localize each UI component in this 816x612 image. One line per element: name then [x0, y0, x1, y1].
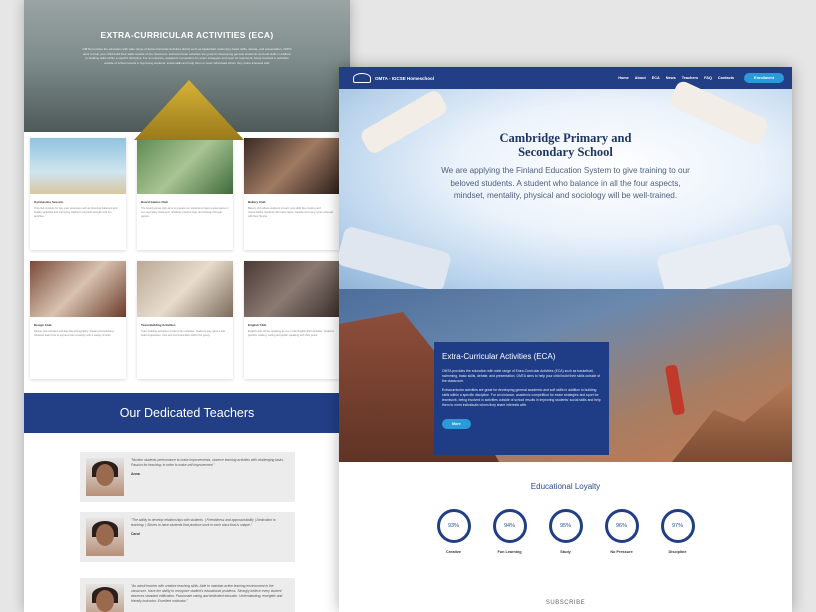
- loyalty-label: Fun Learning: [497, 550, 522, 554]
- teachers-title: Our Dedicated Teachers: [119, 406, 255, 420]
- loyalty-item: 95% Study: [548, 509, 583, 554]
- activity-text: The board games club aims to prepare our…: [141, 207, 229, 218]
- activity-cards: Gymnastics Session This club consists fo…: [24, 132, 350, 379]
- nav-item-faq[interactable]: FAQ: [704, 76, 712, 80]
- teacher-quote: "An adroit teacher with creative teachin…: [131, 584, 283, 603]
- nav-item-eca[interactable]: ECA: [652, 76, 660, 80]
- enrollment-button[interactable]: Enrollment: [744, 73, 784, 83]
- teacher-card: "The ability to develop relationships wi…: [80, 512, 295, 562]
- hero-image-arm: [339, 225, 453, 293]
- kayak-image: [134, 80, 244, 140]
- activity-text: Team building activities consist of fun …: [141, 330, 226, 337]
- loyalty-value: 97%: [660, 509, 695, 543]
- home-page-preview: OMTA - IGCSE Homeschool Home About ECA N…: [339, 67, 792, 612]
- eca-panel: Extra-Curricular Activities (ECA) OMTA p…: [434, 342, 609, 455]
- nav-item-home[interactable]: Home: [618, 76, 629, 80]
- nav-item-news[interactable]: News: [666, 76, 676, 80]
- loyalty-value: 94%: [492, 509, 527, 543]
- loyalty-item: 96% No Pressure: [604, 509, 639, 554]
- activity-text: This club consists for two main purposes…: [34, 207, 118, 218]
- brand-name[interactable]: OMTA - IGCSE Homeschool: [375, 76, 434, 81]
- loyalty-item: 94% Fun Learning: [492, 509, 527, 554]
- eca-hero-title: EXTRA-CURRICULAR ACTIVITIES (ECA): [100, 30, 274, 40]
- loyalty-item: 97% Discipline: [660, 509, 695, 554]
- loyalty-value: 96%: [604, 509, 639, 543]
- activity-image: [244, 138, 340, 194]
- nav-menu: Home About ECA News Teachers FAQ Contact…: [618, 73, 784, 83]
- activity-title: Team Building Activities: [141, 323, 176, 327]
- hero-text: We are applying the Finland Education Sy…: [441, 166, 690, 200]
- teacher-card: "An adroit teacher with creative teachin…: [80, 578, 295, 612]
- teacher-name: Anna: [131, 472, 140, 476]
- activity-title: Gymnastics Session: [34, 200, 64, 204]
- activity-text: English club will be speaking as one of …: [248, 330, 335, 337]
- teacher-quote: "The ability to develop relationships wi…: [131, 518, 276, 527]
- loyalty-item: 93% Creative: [436, 509, 471, 554]
- more-button[interactable]: More: [442, 419, 471, 429]
- eca-paragraph: OMTA provides the education with wide ra…: [442, 369, 601, 383]
- loyalty-section: Educational Loyalty 93% Creative 94% Fun…: [339, 482, 792, 606]
- activity-card[interactable]: Board Games Club The board games club ai…: [137, 138, 233, 250]
- loyalty-rings: 93% Creative 94% Fun Learning 95% Study …: [339, 509, 792, 554]
- loyalty-title: Educational Loyalty: [530, 482, 601, 491]
- activity-card[interactable]: Gymnastics Session This club consists fo…: [30, 138, 126, 250]
- activity-image: [30, 261, 126, 317]
- teacher-name: Carol: [131, 532, 140, 536]
- nav-item-contacts[interactable]: Contacts: [718, 76, 734, 80]
- loyalty-label: Discipline: [668, 550, 687, 554]
- loyalty-label: Creative: [446, 550, 461, 554]
- eca-hero-text: OMTA provides the education with wide ra…: [82, 47, 292, 65]
- loyalty-label: No Pressure: [610, 550, 633, 554]
- avatar: [86, 584, 124, 612]
- activity-title: English Club: [248, 323, 267, 327]
- activity-card[interactable]: Team Building Activities Team building a…: [137, 261, 233, 379]
- hero-title: Cambridge Primary and Secondary School: [499, 131, 632, 159]
- home-hero: Cambridge Primary and Secondary School We…: [339, 79, 792, 300]
- activity-image: [137, 138, 233, 194]
- teachers-banner: Our Dedicated Teachers: [24, 393, 350, 433]
- nav-item-about[interactable]: About: [635, 76, 646, 80]
- nav-item-teachers[interactable]: Teachers: [682, 76, 698, 80]
- teacher-quote: "Monitor students performance to make im…: [131, 458, 284, 467]
- eca-paragraph: Extracurricular activities are great for…: [442, 388, 601, 407]
- activity-text: Design club includes activities like pho…: [34, 330, 115, 337]
- loyalty-label: Study: [560, 550, 571, 554]
- hero-image-arm: [655, 222, 792, 300]
- subscribe-heading: SUBSCRIBE: [545, 600, 586, 606]
- activity-card[interactable]: Bakery Club Bakery club allows students …: [244, 138, 340, 250]
- activity-image: [244, 261, 340, 317]
- eca-title: Extra-Curricular Activities (ECA): [442, 352, 556, 361]
- avatar: [86, 458, 124, 496]
- top-nav: OMTA - IGCSE Homeschool Home About ECA N…: [339, 67, 792, 89]
- activity-title: Board Games Club: [141, 200, 169, 204]
- activity-image: [137, 261, 233, 317]
- teacher-card: "Monitor students performance to make im…: [80, 452, 295, 502]
- avatar: [86, 518, 124, 556]
- mountain-image: [672, 382, 792, 462]
- activity-card[interactable]: Design Club Design club includes activit…: [30, 261, 126, 379]
- activity-card[interactable]: English Club English club will be speaki…: [244, 261, 340, 379]
- eca-hero: EXTRA-CURRICULAR ACTIVITIES (ECA) OMTA p…: [24, 0, 350, 140]
- loyalty-value: 93%: [436, 509, 471, 543]
- school-logo-icon[interactable]: [353, 73, 371, 83]
- activity-text: Bakery club allows students to learn new…: [248, 207, 333, 218]
- activity-image: [30, 138, 126, 194]
- jumping-person-image: [664, 364, 686, 416]
- activity-title: Design Club: [34, 323, 52, 327]
- loyalty-value: 95%: [548, 509, 583, 543]
- eca-section: Extra-Curricular Activities (ECA) OMTA p…: [339, 289, 792, 462]
- activity-title: Bakery Club: [248, 200, 266, 204]
- eca-page-preview: EXTRA-CURRICULAR ACTIVITIES (ECA) OMTA p…: [24, 0, 350, 612]
